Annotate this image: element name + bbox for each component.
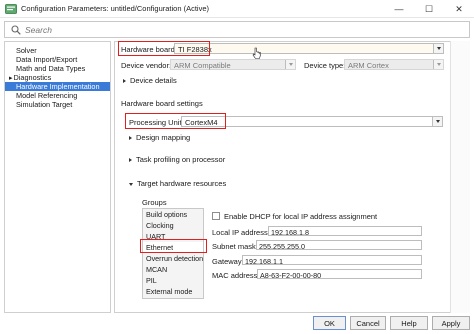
mac-address-field[interactable]: A8-63-F2-00-00-80 (257, 269, 422, 280)
processing-unit-highlight (125, 113, 226, 129)
chevron-down-icon[interactable] (432, 117, 442, 126)
device-details-label: Device details (130, 76, 177, 85)
nav-item-label: Diagnostics (13, 73, 52, 82)
device-vendor-label: Device vendor: (121, 61, 172, 70)
task-profiling-toggle[interactable]: Task profiling on processor (129, 155, 225, 164)
device-details-toggle[interactable]: Device details (123, 76, 177, 85)
design-mapping-toggle[interactable]: Design mapping (129, 133, 190, 142)
expand-arrow-icon (123, 79, 126, 84)
nav-item-label: Model Referencing (16, 91, 78, 100)
hardware-board-dropdown[interactable]: TI F2838x (174, 43, 444, 54)
gateway-field[interactable]: 192.168.1.1 (242, 255, 422, 266)
settings-scrollbar[interactable] (450, 41, 470, 313)
nav-item-label: Solver (16, 46, 37, 55)
chevron-down-icon (285, 60, 295, 69)
app-icon (5, 4, 17, 14)
close-button[interactable]: ✕ (444, 0, 474, 18)
target-resources-toggle[interactable]: Target hardware resources (129, 179, 226, 188)
task-profiling-label: Task profiling on processor (136, 155, 226, 164)
design-mapping-label: Design mapping (136, 133, 191, 142)
nav-item-label: Math and Data Types (16, 64, 86, 73)
gateway-value: 192.168.1.1 (245, 256, 283, 266)
dhcp-checkbox[interactable] (212, 212, 220, 220)
category-tree: Solver Data Import/Export Math and Data … (4, 41, 111, 313)
group-item-external-mode[interactable]: External mode (143, 286, 203, 297)
device-vendor-dropdown: ARM Compatible (170, 59, 296, 70)
device-vendor-value: ARM Compatible (174, 61, 231, 70)
gateway-label: Gateway: (212, 257, 244, 266)
search-input[interactable] (25, 23, 455, 36)
search-icon (11, 25, 21, 35)
nav-item-solver[interactable]: Solver (5, 46, 110, 55)
ok-button[interactable]: OK (313, 316, 346, 330)
nav-item-label: Data Import/Export (16, 55, 78, 64)
group-item-overrun-detection[interactable]: Overrun detection (143, 253, 203, 264)
local-ip-value: 192.168.1.8 (271, 227, 309, 237)
subnet-mask-value: 255.255.255.0 (259, 241, 305, 251)
device-type-label: Device type: (304, 61, 346, 70)
apply-button[interactable]: Apply (432, 316, 470, 330)
expand-arrow-icon (129, 158, 132, 163)
local-ip-label: Local IP address: (212, 228, 270, 237)
chevron-down-icon (433, 60, 443, 69)
nav-item-simulation-target[interactable]: Simulation Target (5, 100, 110, 109)
ethernet-highlight (140, 239, 207, 253)
title-bar: Configuration Parameters: untitled/Confi… (0, 0, 474, 18)
expand-arrow-icon[interactable]: ▸ (9, 75, 13, 82)
mac-address-value: A8-63-F2-00-00-80 (260, 270, 322, 280)
nav-item-hardware-implementation[interactable]: Hardware Implementation (5, 82, 110, 91)
dhcp-label: Enable DHCP for local IP address assignm… (224, 212, 378, 221)
chevron-down-icon[interactable] (433, 44, 443, 53)
group-item-pil[interactable]: PIL (143, 275, 203, 286)
group-item-clocking[interactable]: Clocking (143, 220, 203, 231)
mac-address-label: MAC address: (212, 271, 260, 280)
search-bar[interactable] (4, 21, 470, 38)
subnet-mask-label: Subnet mask: (212, 242, 258, 251)
window-title: Configuration Parameters: untitled/Confi… (21, 4, 210, 13)
nav-item-diagnostics[interactable]: ▸Diagnostics (5, 73, 110, 82)
minimize-button[interactable]: — (384, 0, 414, 18)
nav-item-math-data-types[interactable]: Math and Data Types (5, 64, 110, 73)
group-item-mcan[interactable]: MCAN (143, 264, 203, 275)
nav-item-label: Simulation Target (16, 100, 73, 109)
target-resources-label: Target hardware resources (137, 179, 227, 188)
help-button[interactable]: Help (390, 316, 428, 330)
maximize-button[interactable]: ☐ (414, 0, 444, 18)
subnet-mask-field[interactable]: 255.255.255.0 (256, 240, 422, 251)
board-settings-heading: Hardware board settings (121, 99, 203, 108)
hardware-board-highlight (118, 41, 210, 56)
nav-item-data-import-export[interactable]: Data Import/Export (5, 55, 110, 64)
device-type-dropdown: ARM Cortex (344, 59, 444, 70)
collapse-arrow-icon (129, 182, 133, 186)
expand-arrow-icon (129, 136, 132, 141)
groups-list: Build options Clocking UART Ethernet Ove… (142, 208, 204, 299)
device-type-value: ARM Cortex (348, 61, 389, 70)
nav-item-model-referencing[interactable]: Model Referencing (5, 91, 110, 100)
nav-item-label: Hardware Implementation (16, 82, 100, 91)
groups-label: Groups (142, 198, 167, 207)
group-item-build-options[interactable]: Build options (143, 209, 203, 220)
local-ip-field[interactable]: 192.168.1.8 (268, 226, 422, 237)
cancel-button[interactable]: Cancel (350, 316, 386, 330)
